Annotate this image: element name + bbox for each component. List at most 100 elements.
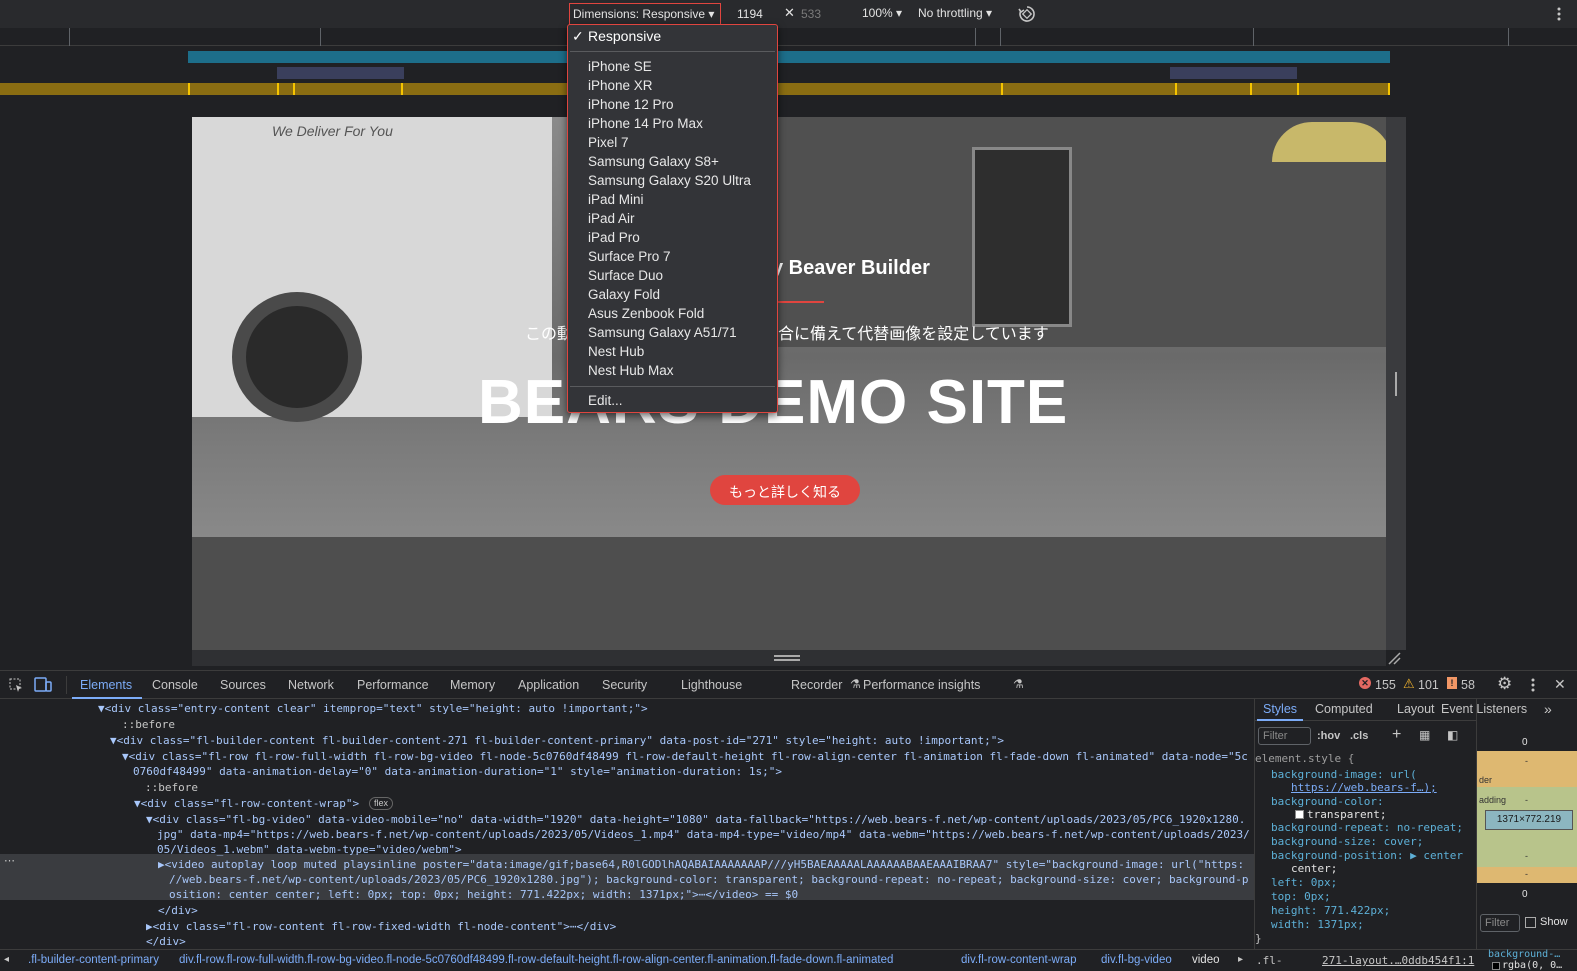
tab-security[interactable]: Security (602, 678, 647, 692)
style-selector[interactable]: .fl- (1256, 954, 1283, 967)
tab-layout[interactable]: Layout (1397, 702, 1435, 716)
menu-item-device[interactable]: Surface Duo (588, 268, 663, 283)
resize-handle-right[interactable] (1386, 117, 1406, 650)
tab-console[interactable]: Console (152, 678, 198, 692)
breadcrumb-item[interactable]: div.fl-bg-video (1101, 954, 1172, 966)
style-line[interactable]: background-position: ▶ center (1271, 849, 1463, 862)
show-all-checkbox[interactable] (1525, 917, 1536, 928)
style-line[interactable]: height: 771.422px; (1271, 904, 1390, 917)
tab-recorder[interactable]: Recorder (791, 678, 842, 692)
throttling-dropdown[interactable]: No throttling ▾ (918, 6, 992, 20)
new-rule-icon[interactable]: + (1392, 726, 1401, 744)
rotate-icon[interactable] (1017, 4, 1037, 24)
dom-line[interactable]: jpg" data-mp4="https://web.bears-f.net/w… (157, 828, 1250, 841)
issues-count[interactable]: 58 (1461, 678, 1475, 692)
dom-line[interactable]: ▼<div class="fl-row-content-wrap"> (134, 797, 359, 810)
menu-item-edit[interactable]: Edit... (588, 393, 623, 408)
breadcrumb-left-arrow-icon[interactable]: ◂ (4, 954, 9, 965)
warning-count[interactable]: 101 (1418, 678, 1439, 692)
settings-gear-icon[interactable]: ⚙ (1497, 674, 1512, 694)
menu-item-device[interactable]: Samsung Galaxy S20 Ultra (588, 173, 751, 188)
flex-badge[interactable]: flex (369, 797, 394, 810)
box-border-bottom[interactable]: - (1525, 869, 1528, 879)
tab-lighthouse[interactable]: Lighthouse (681, 678, 742, 692)
tab-performance-insights[interactable]: Performance insights (863, 678, 980, 692)
menu-item-device[interactable]: Galaxy Fold (588, 287, 660, 302)
dom-line-selected[interactable]: osition: center center; left: 0px; top: … (169, 888, 798, 901)
breadcrumb-item[interactable]: .fl-builder-content-primary (28, 954, 159, 966)
style-source-link[interactable]: 271-layout.…0ddb454f1:1 (1322, 954, 1474, 967)
paint-icon[interactable]: ▦ (1419, 728, 1430, 742)
dom-line[interactable]: ▼<div class="fl-builder-content fl-build… (110, 734, 1004, 747)
style-line[interactable]: width: 1371px; (1271, 918, 1364, 931)
menu-item-device[interactable]: Nest Hub Max (588, 363, 674, 378)
tab-event-listeners[interactable]: Event Listeners (1441, 702, 1527, 716)
more-options-icon[interactable] (1556, 6, 1562, 22)
menu-item-device[interactable]: iPhone SE (588, 59, 652, 74)
dom-pseudo[interactable]: ::before (145, 781, 198, 794)
box-padding-value[interactable]: - (1525, 795, 1528, 805)
style-line[interactable]: top: 0px; (1271, 890, 1331, 903)
dom-line[interactable]: </div> (146, 935, 186, 948)
menu-item-device[interactable]: Asus Zenbook Fold (588, 306, 704, 321)
style-link[interactable]: https://web.bears-f…); (1291, 781, 1437, 794)
menu-item-device[interactable]: Nest Hub (588, 344, 644, 359)
breadcrumb-item[interactable]: div.fl-row-content-wrap (961, 954, 1076, 966)
dom-line[interactable]: ▶<div class="fl-row-content fl-row-fixed… (146, 920, 616, 933)
tab-elements[interactable]: Elements (80, 678, 132, 692)
tab-network[interactable]: Network (288, 678, 334, 692)
media-query-bar-range[interactable] (277, 67, 404, 79)
dom-pseudo[interactable]: ::before (122, 718, 175, 731)
dom-line[interactable]: 0760df48499" data-animation-delay="0" da… (133, 765, 782, 778)
computed-filter-input[interactable]: Filter (1480, 914, 1520, 932)
style-line[interactable]: left: 0px; (1271, 876, 1337, 889)
cls-toggle[interactable]: .cls (1350, 730, 1368, 742)
breadcrumb-item-current[interactable]: video (1192, 954, 1220, 966)
more-tabs-icon[interactable]: » (1544, 701, 1552, 717)
dom-line[interactable]: ▼<div class="fl-row fl-row-full-width fl… (122, 750, 1248, 763)
more-vertical-icon[interactable] (1530, 677, 1536, 693)
tab-memory[interactable]: Memory (450, 678, 495, 692)
media-query-bar-range[interactable] (1170, 67, 1297, 79)
menu-item-device[interactable]: iPad Pro (588, 230, 640, 245)
height-input[interactable]: 533 (801, 7, 821, 21)
dimensions-dropdown[interactable]: Dimensions: Responsive ▾ (569, 3, 721, 25)
box-content-size[interactable]: 1371×772.219 (1485, 810, 1573, 830)
style-line[interactable]: background-size: cover; (1271, 835, 1423, 848)
breadcrumb-right-arrow-icon[interactable]: ▸ (1238, 954, 1243, 965)
tab-styles[interactable]: Styles (1263, 702, 1297, 716)
sidebar-toggle-icon[interactable]: ◧ (1447, 728, 1458, 742)
box-border-value[interactable]: - (1525, 756, 1528, 766)
style-value[interactable]: transparent; (1307, 808, 1386, 821)
menu-item-device[interactable]: iPhone 12 Pro (588, 97, 674, 112)
dom-line-selected[interactable]: ▶<video autoplay loop muted playsinline … (158, 858, 1244, 871)
close-devtools-icon[interactable]: ✕ (1554, 676, 1566, 693)
style-line[interactable]: background-color: (1271, 795, 1384, 808)
computed-property[interactable]: background-… (1488, 949, 1560, 960)
menu-item-device[interactable]: iPhone 14 Pro Max (588, 116, 703, 131)
device-toggle-icon[interactable] (34, 677, 52, 693)
ellipsis-icon[interactable]: ⋯ (4, 854, 15, 867)
hov-toggle[interactable]: :hov (1317, 730, 1340, 742)
dom-line[interactable]: ▼<div class="entry-content clear" itempr… (98, 702, 648, 715)
media-query-bar-max-width[interactable] (188, 51, 1390, 63)
box-margin-value[interactable]: 0 (1522, 737, 1528, 748)
learn-more-button[interactable]: もっと詳しく知る (710, 475, 860, 505)
menu-item-device[interactable]: Pixel 7 (588, 135, 629, 150)
computed-value[interactable]: rgba(0, 0… (1502, 960, 1562, 971)
tab-application[interactable]: Application (518, 678, 579, 692)
tab-performance[interactable]: Performance (357, 678, 429, 692)
resize-handle-bottom[interactable] (192, 650, 1386, 666)
menu-item-responsive[interactable]: Responsive (588, 28, 661, 44)
styles-filter-input[interactable]: Filter (1258, 727, 1311, 745)
style-line[interactable]: background-image: url( (1271, 768, 1417, 781)
style-value[interactable]: center; (1291, 862, 1337, 875)
box-padding-bottom[interactable]: - (1525, 851, 1528, 861)
dom-line[interactable]: ▼<div class="fl-bg-video" data-video-mob… (146, 813, 1245, 826)
menu-item-device[interactable]: Samsung Galaxy A51/71 (588, 325, 737, 340)
menu-item-device[interactable]: iPad Mini (588, 192, 644, 207)
error-count[interactable]: 155 (1375, 678, 1396, 692)
color-swatch[interactable] (1492, 962, 1500, 970)
tab-sources[interactable]: Sources (220, 678, 266, 692)
tab-computed[interactable]: Computed (1315, 702, 1373, 716)
